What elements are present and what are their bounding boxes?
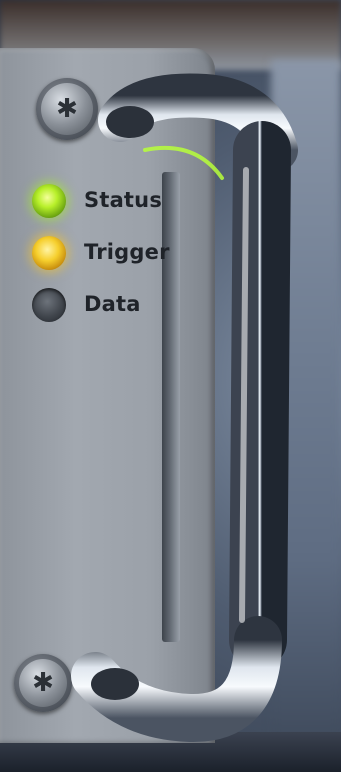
rack-device-photo: ✱ ✱ Status Trigger Data: [0, 0, 341, 772]
chrome-handle[interactable]: [0, 0, 341, 772]
